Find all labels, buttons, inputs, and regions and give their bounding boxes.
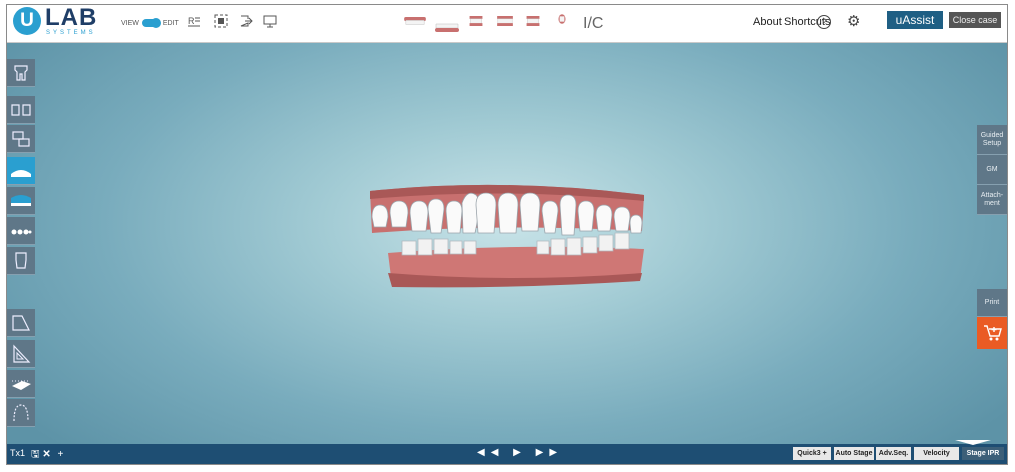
left-view-icon[interactable] (467, 16, 485, 26)
upper-arch-view-icon[interactable] (402, 17, 428, 27)
about-link[interactable]: About (753, 16, 782, 28)
measure-angle-icon[interactable] (7, 309, 35, 337)
quick3-button[interactable]: Quick3 + (793, 447, 831, 460)
print-button[interactable]: Print (977, 289, 1007, 317)
lower-arch-select-icon[interactable] (7, 187, 35, 215)
uassist-button[interactable]: uAssist (887, 11, 943, 29)
top-toolbar: U LAB SYSTEMS VIEW EDIT R I/C About Shor… (7, 5, 1007, 43)
arch-form-icon[interactable] (7, 399, 35, 427)
fast-forward-icon[interactable]: ▶▶ (536, 447, 563, 458)
lower-arch-view-icon[interactable] (435, 23, 459, 33)
logo-brand: LAB (45, 4, 98, 31)
velocity-button[interactable]: Velocity (914, 447, 959, 460)
attachment-button[interactable]: Attach-ment (977, 185, 1007, 215)
logo-subtitle: SYSTEMS (46, 30, 96, 36)
bottom-stage-bar: Tx1 🖫 ✕ + ◀◀ ▶ ▶▶ Quick3 + Auto Stage Ad… (7, 440, 1007, 464)
present-icon[interactable] (263, 14, 277, 31)
ulab-logo: U LAB SYSTEMS (13, 4, 98, 40)
back-view-icon[interactable] (555, 14, 569, 24)
tooth-tool-icon[interactable] (7, 59, 35, 87)
cart-icon[interactable] (977, 317, 1007, 349)
view-edit-toggle[interactable]: VIEW EDIT (121, 18, 179, 28)
export-icon[interactable] (239, 14, 253, 31)
view-label: VIEW (121, 19, 139, 27)
gm-button[interactable]: GM (977, 155, 1007, 185)
screenshot-icon[interactable] (214, 14, 228, 31)
stage-ipr-button[interactable]: Stage IPR (962, 447, 1004, 460)
triangle-ruler-icon[interactable] (7, 340, 35, 368)
guided-setup-button[interactable]: Guided Setup (977, 125, 1007, 155)
attachment-teeth-icon[interactable] (7, 217, 35, 245)
toggle-switch[interactable] (141, 18, 161, 28)
app-window: U LAB SYSTEMS VIEW EDIT R I/C About Shor… (6, 4, 1008, 465)
treatment-tab[interactable]: Tx1 (10, 448, 25, 458)
save-icon[interactable]: 🖫 (31, 449, 40, 460)
auto-stage-button[interactable]: Auto Stage (834, 447, 874, 460)
arch-overlap-icon[interactable] (7, 125, 35, 153)
svg-text:R: R (188, 16, 195, 26)
rewind-icon[interactable]: ◀◀ (477, 447, 504, 458)
occlusal-plane-icon[interactable] (7, 370, 35, 398)
single-tooth-icon[interactable] (7, 247, 35, 275)
ic-view-button[interactable]: I/C (583, 15, 603, 33)
collapse-arrow-icon[interactable] (955, 440, 991, 445)
upper-arch-select-icon[interactable] (7, 157, 35, 185)
teeth-pair-icon[interactable] (7, 96, 35, 124)
add-tab-icon[interactable]: + (57, 449, 63, 460)
logo-mark: U (13, 7, 41, 35)
tab-actions: 🖫 ✕ + (31, 447, 63, 464)
gear-icon[interactable]: ⚙ (847, 12, 860, 30)
3d-viewport[interactable]: Guided Setup GM Attach-ment Print (7, 43, 1007, 444)
edit-label: EDIT (162, 19, 179, 27)
dental-model-3d[interactable] (362, 183, 647, 288)
close-icon[interactable]: ✕ (42, 449, 50, 460)
playback-controls: ◀◀ ▶ ▶▶ (477, 447, 563, 458)
report-icon[interactable]: R (187, 14, 201, 31)
right-view-icon[interactable] (524, 16, 542, 26)
play-icon[interactable]: ▶ (513, 447, 527, 458)
close-case-button[interactable]: Close case (949, 12, 1001, 28)
adv-seq-button[interactable]: Adv.Seq. (876, 447, 911, 460)
help-icon[interactable]: ? (817, 15, 831, 29)
front-view-icon[interactable] (494, 16, 516, 26)
